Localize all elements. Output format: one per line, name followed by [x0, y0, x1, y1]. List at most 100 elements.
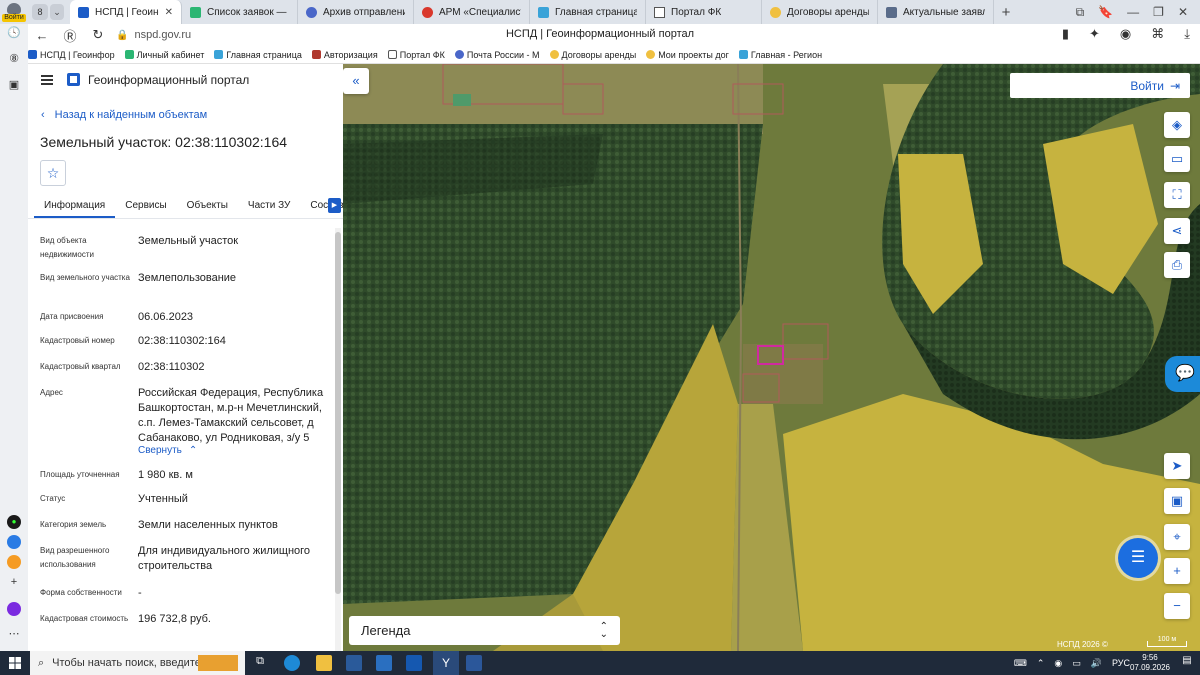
panel-scrollbar[interactable]	[335, 228, 341, 651]
browser-tab-nspd[interactable]: НСПД | Геоинформа ✕	[70, 0, 182, 24]
minimize-button[interactable]: —	[1127, 5, 1139, 19]
legend-button[interactable]: Легенда ⌃ ⌄	[349, 616, 620, 645]
location-search-icon[interactable]: ⌖	[1164, 524, 1190, 550]
outlook-icon[interactable]	[406, 655, 422, 671]
messenger-icon[interactable]	[7, 535, 21, 549]
layers-icon[interactable]: ◈	[1164, 112, 1190, 138]
back-arrow-icon[interactable]: ←	[28, 28, 56, 43]
bookmark-item[interactable]: Главная страница	[214, 50, 302, 60]
ruler-icon[interactable]: ▭	[1164, 146, 1190, 172]
taskbar-clock[interactable]: 9:56 07.09.2026	[1130, 653, 1170, 673]
scrollbar-thumb[interactable]	[335, 232, 341, 594]
browser-tab-requests[interactable]: Список заявок — Техн	[182, 0, 298, 24]
star-icon: ☆	[46, 164, 60, 181]
more-icon[interactable]: ⋯	[7, 627, 21, 641]
tab-objects[interactable]: Объекты	[177, 200, 238, 218]
info-tabs: Информация Сервисы Объекты Части ЗУ Сост…	[28, 192, 343, 219]
windows-start-icon[interactable]	[9, 657, 21, 669]
yandex-protect-icon[interactable]: Ⓡ	[56, 26, 84, 45]
new-tab-button[interactable]: +	[994, 4, 1018, 21]
bookmark-item[interactable]: Портал ФК	[387, 50, 445, 60]
browser-tab-home[interactable]: Главная страница	[530, 0, 646, 24]
maximize-button[interactable]: ❐	[1153, 5, 1164, 19]
property-label: Кадастровая стоимость	[40, 614, 129, 623]
display-icon[interactable]: ▭	[1072, 658, 1081, 669]
url-field[interactable]: 🔒 nspd.gov.ru	[116, 29, 191, 41]
nspd-icon	[28, 50, 37, 59]
menu-icon[interactable]	[41, 75, 53, 85]
collections-icon[interactable]: ⧉	[1076, 5, 1085, 20]
store-icon[interactable]	[346, 655, 362, 671]
volume-icon[interactable]: 🔊	[1091, 658, 1102, 669]
bookmark-item[interactable]: Главная - Регион	[738, 50, 822, 60]
reload-icon[interactable]: ↻	[84, 27, 112, 43]
close-tab-icon[interactable]: ✕	[165, 7, 173, 18]
tab-services[interactable]: Сервисы	[115, 200, 176, 218]
login-button[interactable]: Войти ⇥	[1010, 73, 1190, 98]
page-icon	[387, 50, 397, 59]
word-icon[interactable]	[466, 655, 482, 671]
bookmark-item[interactable]: Личный кабинет	[124, 50, 204, 60]
tray-chevron-icon[interactable]: ⌃	[1037, 658, 1045, 669]
bookmark-item[interactable]: Мои проекты дог	[646, 50, 729, 60]
task-view-icon[interactable]: ⧉	[252, 655, 268, 671]
property-value: 196 732,8 руб.	[138, 613, 211, 625]
mail-app-icon[interactable]	[376, 655, 392, 671]
alice-icon[interactable]: ◉	[1120, 26, 1131, 42]
browser-tab-archive[interactable]: Архив отправлений —	[298, 0, 414, 24]
add-panel-icon[interactable]: +	[7, 575, 21, 589]
bookmark-icon[interactable]: 🔖	[1098, 5, 1113, 19]
collapse-address-link[interactable]: Свернуть ⌃	[138, 443, 330, 458]
notifications-icon[interactable]: ▤	[1180, 655, 1194, 671]
minimap-icon[interactable]: ▣	[1164, 488, 1190, 514]
tab-label: Портал ФК	[671, 6, 722, 18]
browser-tab-leases[interactable]: Договоры аренды зем	[762, 0, 878, 24]
file-explorer-icon[interactable]	[316, 655, 332, 671]
browser-tab-arm[interactable]: АРМ «Специалист»	[414, 0, 530, 24]
tab-parts[interactable]: Части ЗУ	[238, 200, 300, 218]
tab-label: Список заявок — Техн	[207, 6, 289, 18]
screenshot-icon[interactable]: ▣	[7, 78, 21, 92]
mail-icon[interactable]	[7, 555, 21, 569]
chatgpt-icon[interactable]: ●	[7, 515, 21, 529]
tab-list-dropdown[interactable]: ⌄	[50, 4, 64, 20]
back-to-results-link[interactable]: ‹ Назад к найденным объектам	[41, 109, 207, 121]
tab-information[interactable]: Информация	[34, 200, 116, 218]
alice-assistant-icon[interactable]	[7, 602, 21, 616]
browser-tab-fk[interactable]: Портал ФК	[646, 0, 762, 24]
keyboard-icon[interactable]: ⌨	[1014, 658, 1027, 669]
tabs-scroll-right-icon[interactable]: ▶	[328, 198, 341, 213]
zoom-in-button[interactable]: +	[1164, 558, 1190, 584]
satellite-map[interactable]: « Войти ⇥ ◈ ▭ ⛶ ⋖ ⎙ 💬 ➤ ▣ ⌖ ☰ + − Легенд…	[343, 64, 1200, 651]
extensions-icon[interactable]: ✦	[1089, 26, 1100, 42]
browser-side-strip: 🕓 ⑧ ▣ ● + ⋯	[0, 24, 28, 651]
select-area-icon[interactable]: ⛶	[1164, 182, 1190, 208]
profile-button[interactable]: Войти	[0, 0, 28, 24]
geolocation-icon[interactable]: ➤	[1164, 453, 1190, 479]
help-chat-icon[interactable]: 💬	[1165, 356, 1200, 392]
bookmark-item[interactable]: НСПД | Геоинфор	[28, 50, 115, 60]
favorite-button[interactable]: ☆	[40, 160, 66, 186]
bookmark-item[interactable]: Договоры аренды	[549, 50, 636, 60]
print-icon[interactable]: ⎙	[1164, 252, 1190, 278]
bookmark-page-icon[interactable]: ▮	[1062, 26, 1069, 42]
assistant-chat-button[interactable]: ☰	[1118, 538, 1158, 578]
translate-icon[interactable]: ⌘	[1151, 26, 1164, 42]
language-indicator[interactable]: РУС	[1112, 658, 1130, 668]
network-icon[interactable]: ◉	[1054, 658, 1062, 669]
tabs-counter-icon[interactable]: ⑧	[7, 52, 21, 66]
collapse-panel-button[interactable]: «	[343, 68, 369, 94]
bookmark-item[interactable]: Почта России - М	[454, 50, 540, 60]
history-icon[interactable]: 🕓	[7, 26, 21, 40]
tab-count-badge[interactable]: 8	[32, 4, 48, 20]
browser-tab-statements[interactable]: Актуальные заявления	[878, 0, 994, 24]
yandex-browser-icon[interactable]: Y	[433, 651, 459, 675]
close-window-button[interactable]: ✕	[1178, 5, 1188, 19]
map-copyright: НСПД 2026 ©	[1057, 640, 1108, 649]
downloads-icon[interactable]: ⤓	[1184, 26, 1190, 42]
bookmark-item[interactable]: Авторизация	[311, 50, 378, 60]
tab-label: Архив отправлений —	[323, 6, 405, 18]
zoom-out-button[interactable]: −	[1164, 593, 1190, 619]
share-icon[interactable]: ⋖	[1164, 218, 1190, 244]
edge-icon[interactable]	[284, 655, 300, 671]
